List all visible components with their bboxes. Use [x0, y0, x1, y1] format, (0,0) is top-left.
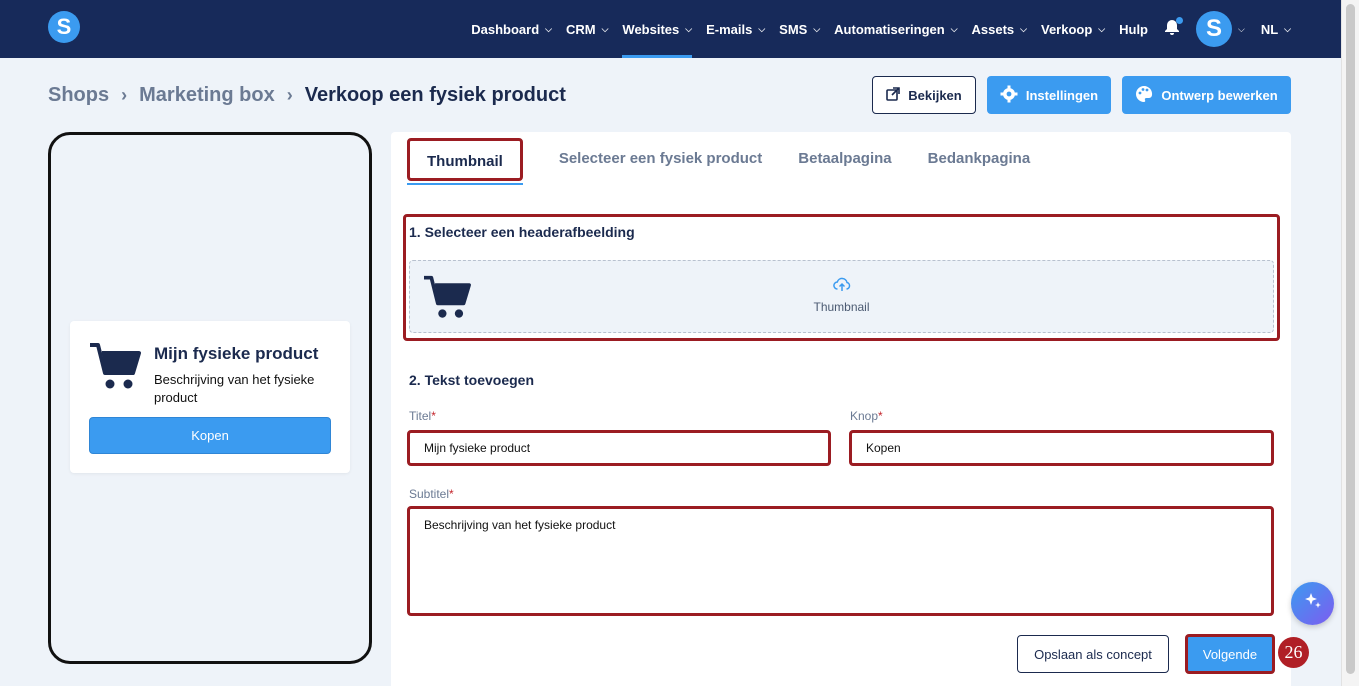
subtitle-label: Subtitel*: [409, 487, 454, 501]
required-mark: *: [878, 409, 883, 423]
subtitle-label-text: Subtitel: [409, 487, 450, 501]
nav-label: Websites: [622, 21, 680, 37]
subtitle-textarea[interactable]: Beschrijving van het fysieke product: [407, 506, 1274, 616]
nav-item-dashboard[interactable]: Dashboard ⌵: [471, 0, 552, 58]
nav-item-hulp[interactable]: Hulp: [1119, 0, 1148, 58]
chevron-down-icon: ⌵: [1098, 23, 1106, 34]
next-button[interactable]: Volgende: [1185, 634, 1275, 674]
scrollbar-thumb[interactable]: [1346, 4, 1355, 674]
chevron-down-icon: ⌵: [685, 23, 693, 34]
chevron-down-icon: ⌵: [601, 23, 609, 34]
chevron-down-icon: ⌵: [950, 23, 958, 34]
chevron-down-icon: ⌵: [813, 23, 821, 34]
header-image-section: 1. Selecteer een headerafbeelding Thumbn…: [403, 214, 1280, 341]
chevron-down-icon: ⌵: [758, 23, 766, 34]
section-title: 2. Tekst toevoegen: [409, 372, 535, 388]
editor-panel: Thumbnail Selecteer een fysiek product B…: [391, 132, 1291, 686]
chevron-down-icon: ⌵: [1284, 23, 1291, 34]
button-label: Knop*: [850, 409, 883, 423]
preview-buy-button[interactable]: Kopen: [89, 417, 331, 454]
nav-label: Hulp: [1119, 21, 1148, 37]
settings-button-label: Instellingen: [1025, 87, 1099, 103]
app-logo[interactable]: S: [48, 11, 80, 43]
thumbnail-upload[interactable]: Thumbnail: [409, 260, 1274, 333]
edit-design-button-label: Ontwerp bewerken: [1161, 87, 1278, 103]
chevron-down-icon: ⌵: [1020, 23, 1027, 34]
tab-thank-you-page[interactable]: Bedankpagina: [928, 150, 1031, 167]
palette-icon: [1135, 85, 1153, 106]
avatar[interactable]: S: [1196, 11, 1232, 47]
breadcrumb-shops[interactable]: Shops: [48, 84, 109, 107]
chevron-down-icon: ⌵: [545, 23, 552, 34]
nav-label: Verkoop: [1040, 21, 1093, 37]
nav-item-automatiseringen[interactable]: Automatiseringen ⌵: [834, 0, 957, 58]
tab-payment-page[interactable]: Betaalpagina: [798, 150, 891, 167]
language-label: NL: [1260, 21, 1279, 37]
tab-bar: Thumbnail Selecteer een fysiek product B…: [407, 132, 1066, 185]
preview-title: Mijn fysieke product: [154, 344, 319, 363]
title-input[interactable]: Mijn fysieke product: [407, 430, 831, 466]
chevron-right-icon: ›: [121, 85, 128, 105]
cloud-upload-icon: [410, 277, 1273, 296]
bell-icon[interactable]: [1164, 16, 1183, 40]
gear-icon: [1000, 85, 1018, 106]
tab-thumbnail[interactable]: Thumbnail: [407, 138, 523, 185]
preview-card: Mijn fysieke product Beschrijving van he…: [70, 321, 350, 473]
step-badge: 26: [1278, 637, 1309, 668]
tab-select-product[interactable]: Selecteer een fysiek product: [559, 150, 762, 167]
external-link-icon: [886, 86, 901, 104]
page-title: Verkoop een fysiek product: [304, 84, 566, 106]
language-selector[interactable]: NL ⌵: [1261, 0, 1291, 58]
edit-design-button[interactable]: Ontwerp bewerken: [1122, 76, 1291, 114]
nav-label: Dashboard: [471, 21, 540, 37]
top-navbar: S Dashboard ⌵ CRM ⌵ Websites ⌵ E-mails ⌵ SMS…: [0, 0, 1341, 58]
page-scrollbar[interactable]: [1341, 0, 1359, 686]
button-text-input[interactable]: Kopen: [849, 430, 1274, 466]
title-label: Titel*: [409, 409, 436, 423]
nav-label: E-mails: [706, 21, 753, 37]
upload-prompt: Thumbnail: [410, 277, 1273, 314]
settings-button[interactable]: Instellingen: [987, 76, 1111, 114]
ai-assistant-button[interactable]: [1291, 582, 1334, 625]
nav-item-websites[interactable]: Websites ⌵: [622, 0, 692, 58]
main-nav: Dashboard ⌵ CRM ⌵ Websites ⌵ E-mails ⌵ SMS ⌵ …: [457, 0, 1291, 58]
chevron-down-icon[interactable]: ⌵: [1238, 24, 1245, 35]
nav-item-sms[interactable]: SMS ⌵: [779, 0, 820, 58]
chevron-right-icon: ›: [286, 85, 293, 105]
notification-dot: [1176, 16, 1183, 24]
nav-label: CRM: [565, 21, 596, 37]
nav-item-emails[interactable]: E-mails ⌵: [706, 0, 765, 58]
shopping-cart-icon: [88, 341, 142, 396]
sparkle-icon: [1303, 591, 1323, 617]
nav-item-crm[interactable]: CRM ⌵: [566, 0, 608, 58]
title-label-text: Titel: [409, 409, 432, 423]
breadcrumb: Shops › Marketing box › Verkoop een fysi…: [48, 84, 566, 107]
breadcrumb-marketing-box[interactable]: Marketing box: [139, 84, 275, 107]
required-mark: *: [449, 487, 454, 501]
preview-subtitle: Beschrijving van het fysieke product: [154, 372, 315, 405]
upload-label: Thumbnail: [813, 300, 870, 314]
button-label-text: Knop: [850, 409, 879, 423]
nav-label: SMS: [779, 21, 808, 37]
nav-label: Assets: [971, 21, 1015, 37]
nav-label: Automatiseringen: [834, 21, 945, 37]
view-button-label: Bekijken: [908, 87, 962, 103]
nav-item-assets[interactable]: Assets ⌵: [972, 0, 1027, 58]
required-mark: *: [431, 409, 436, 423]
section-title: 1. Selecteer een headerafbeelding: [409, 224, 635, 240]
view-button[interactable]: Bekijken: [872, 76, 976, 114]
nav-item-verkoop[interactable]: Verkoop ⌵: [1041, 0, 1105, 58]
save-draft-button[interactable]: Opslaan als concept: [1017, 635, 1169, 673]
